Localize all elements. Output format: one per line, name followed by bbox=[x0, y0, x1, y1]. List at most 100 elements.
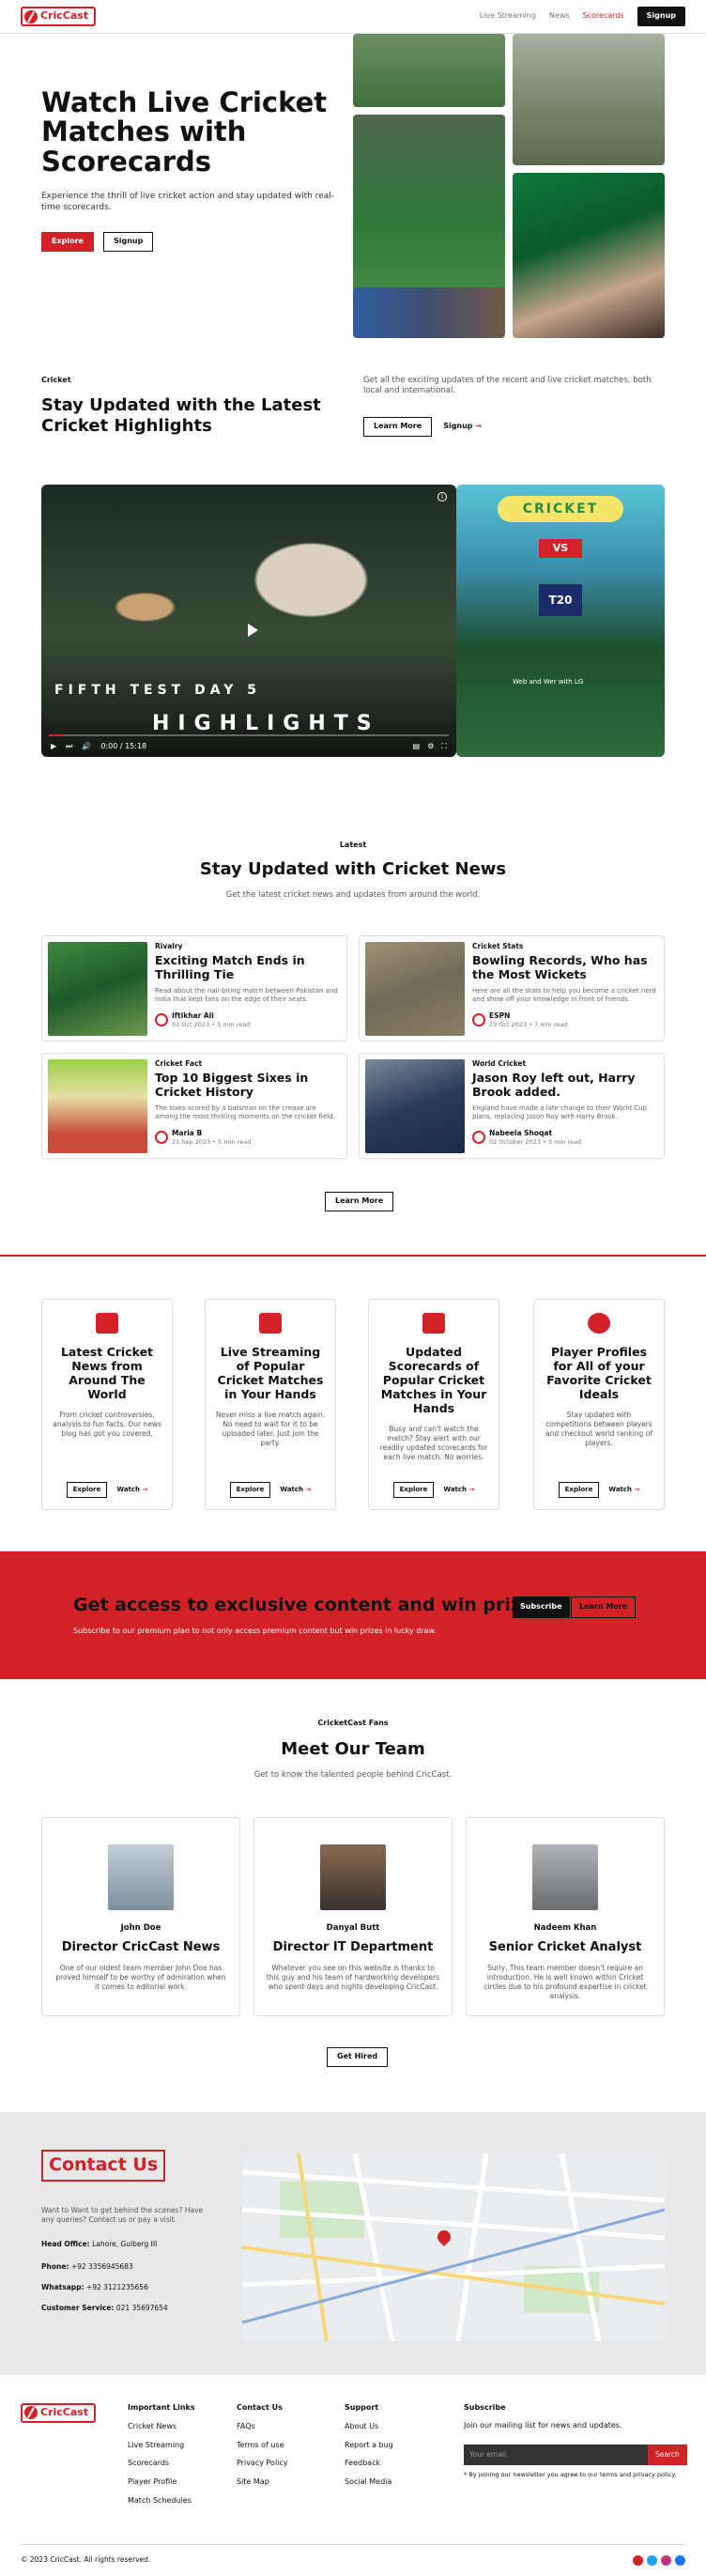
newsletter-search-button[interactable]: Search bbox=[648, 2444, 687, 2465]
news-title: Stay Updated with Cricket News bbox=[199, 858, 507, 879]
top-nav: CricCast Live Streaming News Scorecards … bbox=[0, 0, 706, 34]
footer-link[interactable]: Scorecards bbox=[128, 2459, 195, 2469]
newsletter-note: * By joining our newsletter you agree to… bbox=[464, 2470, 677, 2478]
feature-watch-link[interactable]: Watch → bbox=[443, 1486, 474, 1494]
footer-divider bbox=[21, 2544, 685, 2545]
contact-title: Contact Us bbox=[41, 2150, 166, 2182]
footer-link[interactable]: Privacy Policy bbox=[237, 2459, 288, 2469]
instagram-icon[interactable] bbox=[661, 2555, 671, 2566]
news-headline[interactable]: Bowling Records, Who has the Most Wicket… bbox=[472, 953, 658, 981]
get-hired-button[interactable]: Get Hired bbox=[327, 2047, 389, 2067]
author-avatar bbox=[155, 1131, 168, 1145]
player-icon bbox=[588, 1313, 610, 1334]
nav-signup-button[interactable]: Signup bbox=[637, 7, 685, 26]
footer-link[interactable]: Player Profile bbox=[128, 2477, 195, 2488]
footer-link[interactable]: Live Streaming bbox=[128, 2441, 195, 2451]
feature-explore-button[interactable]: Explore bbox=[392, 1481, 435, 1498]
feature-explore-button[interactable]: Explore bbox=[229, 1481, 271, 1498]
explore-button[interactable]: Explore bbox=[41, 232, 94, 252]
hero-image-3 bbox=[353, 115, 505, 316]
nav-news[interactable]: News bbox=[549, 11, 570, 22]
footer-link[interactable]: Site Map bbox=[237, 2477, 288, 2488]
email-input[interactable]: Your email bbox=[464, 2444, 648, 2465]
feature-watch-link[interactable]: Watch → bbox=[280, 1486, 311, 1494]
location-map[interactable] bbox=[242, 2153, 665, 2341]
author-avatar bbox=[472, 1013, 485, 1027]
play-control-icon[interactable]: ▶ bbox=[51, 742, 56, 752]
member-name: Nadeem Khan bbox=[533, 1923, 597, 1933]
author-name: Maria B bbox=[172, 1128, 203, 1137]
cta-learn-more-button[interactable]: Learn More bbox=[571, 1597, 637, 1618]
fullscreen-icon[interactable]: ⛶ bbox=[441, 742, 447, 752]
facebook-icon[interactable] bbox=[675, 2555, 685, 2566]
customer-service-value[interactable]: 021 35697654 bbox=[116, 2304, 168, 2312]
footer-link[interactable]: Feedback bbox=[345, 2459, 393, 2469]
news-headline[interactable]: Jason Roy left out, Harry Brook added. bbox=[472, 1071, 658, 1099]
footer-link[interactable]: Match Schedules bbox=[128, 2496, 195, 2507]
news-learn-more-button[interactable]: Learn More bbox=[325, 1192, 394, 1211]
feature-title: Updated Scorecards of Popular Cricket Ma… bbox=[380, 1345, 487, 1415]
member-name: Danyal Butt bbox=[326, 1923, 380, 1933]
feature-card-news: Latest Cricket News from Around The Worl… bbox=[41, 1299, 173, 1510]
thumbnail-banner: CRICKET bbox=[498, 496, 623, 522]
feature-card-scorecards: Updated Scorecards of Popular Cricket Ma… bbox=[368, 1299, 499, 1510]
clapperboard-icon bbox=[259, 1313, 282, 1334]
footer-link[interactable]: Cricket News bbox=[128, 2422, 195, 2432]
member-role: Director IT Department bbox=[272, 1940, 434, 1955]
subscribe-button[interactable]: Subscribe bbox=[513, 1597, 570, 1618]
news-card[interactable]: World Cricket Jason Roy left out, Harry B… bbox=[359, 1053, 665, 1159]
info-icon[interactable]: i bbox=[437, 492, 447, 501]
feature-card-profiles: Player Profiles for All of your Favorite… bbox=[533, 1299, 665, 1510]
feature-explore-button[interactable]: Explore bbox=[558, 1481, 600, 1498]
brand-name: CricCast bbox=[40, 9, 89, 23]
hero-section: Watch Live Cricket Matches with Scorecar… bbox=[0, 34, 706, 344]
hero-image-2 bbox=[513, 34, 665, 165]
footer-link[interactable]: Terms of use bbox=[237, 2441, 288, 2451]
footer-heading: Subscribe bbox=[464, 2403, 506, 2412]
map-roads bbox=[242, 2153, 665, 2341]
team-title: Meet Our Team bbox=[281, 1738, 425, 1759]
feature-explore-button[interactable]: Explore bbox=[66, 1481, 108, 1498]
cta-text: Subscribe to our premium plan to not onl… bbox=[73, 1627, 437, 1635]
news-image bbox=[365, 1059, 465, 1153]
news-headline[interactable]: Exciting Match Ends in Thrilling Tie bbox=[155, 953, 341, 981]
footer-logo[interactable]: CricCast bbox=[21, 2403, 97, 2423]
brand-logo[interactable]: CricCast bbox=[21, 7, 97, 26]
news-card[interactable]: Cricket Stats Bowling Records, Who has th… bbox=[359, 935, 665, 1041]
footer-link[interactable]: FAQs bbox=[237, 2422, 288, 2432]
footer-link[interactable]: Social Media bbox=[345, 2477, 393, 2488]
captions-icon[interactable]: ▤ bbox=[413, 742, 421, 752]
settings-icon[interactable]: ⚙ bbox=[427, 742, 434, 752]
nav-scorecards[interactable]: Scorecards bbox=[583, 11, 624, 22]
youtube-icon[interactable] bbox=[633, 2555, 643, 2566]
member-name: John Doe bbox=[120, 1923, 161, 1933]
news-card[interactable]: Rivalry Exciting Match Ends in Thrilling … bbox=[41, 935, 347, 1041]
play-icon[interactable] bbox=[248, 624, 258, 637]
arrow-right-icon: → bbox=[142, 1485, 148, 1493]
signup-button[interactable]: Signup bbox=[102, 232, 154, 252]
whatsapp-value[interactable]: +92 3121235656 bbox=[86, 2283, 148, 2291]
twitter-icon[interactable] bbox=[647, 2555, 657, 2566]
contact-phone: Phone: +92 3356945683 bbox=[41, 2262, 133, 2272]
footer-brand: CricCast bbox=[40, 2406, 89, 2418]
news-tag: Latest bbox=[339, 841, 367, 849]
signup-link[interactable]: Signup → bbox=[443, 422, 482, 432]
feature-text: Stay updated with competitions between p… bbox=[545, 1411, 652, 1448]
phone-value[interactable]: +92 3356945683 bbox=[71, 2262, 133, 2271]
footer-link[interactable]: About Us bbox=[345, 2422, 393, 2432]
video-progress-bar[interactable] bbox=[49, 734, 449, 736]
news-card[interactable]: Cricket Fact Top 10 Biggest Sixes in Cric… bbox=[41, 1053, 347, 1159]
learn-more-button[interactable]: Learn More bbox=[363, 417, 433, 437]
office-value: Lahore, Gulberg III bbox=[92, 2240, 158, 2248]
video-thumbnail[interactable]: CRICKET VS T20 Web and Wer with LG bbox=[456, 485, 665, 757]
feature-watch-link[interactable]: Watch → bbox=[116, 1486, 147, 1494]
nav-live-streaming[interactable]: Live Streaming bbox=[480, 11, 536, 22]
highlights-video-player[interactable]: i FIFTH TEST DAY 5 HIGHLIGHTS ▶ ⏭ 🔊 0:00 / … bbox=[41, 485, 456, 757]
volume-icon[interactable]: 🔊 bbox=[82, 742, 91, 752]
next-icon[interactable]: ⏭ bbox=[66, 742, 72, 752]
news-headline[interactable]: Top 10 Biggest Sixes in Cricket History bbox=[155, 1071, 341, 1099]
feature-watch-link[interactable]: Watch → bbox=[608, 1486, 639, 1494]
hero-title: Watch Live Cricket Matches with Scorecar… bbox=[41, 86, 328, 177]
thumbnail-t20: T20 bbox=[539, 584, 582, 616]
footer-link[interactable]: Report a bug bbox=[345, 2441, 393, 2451]
